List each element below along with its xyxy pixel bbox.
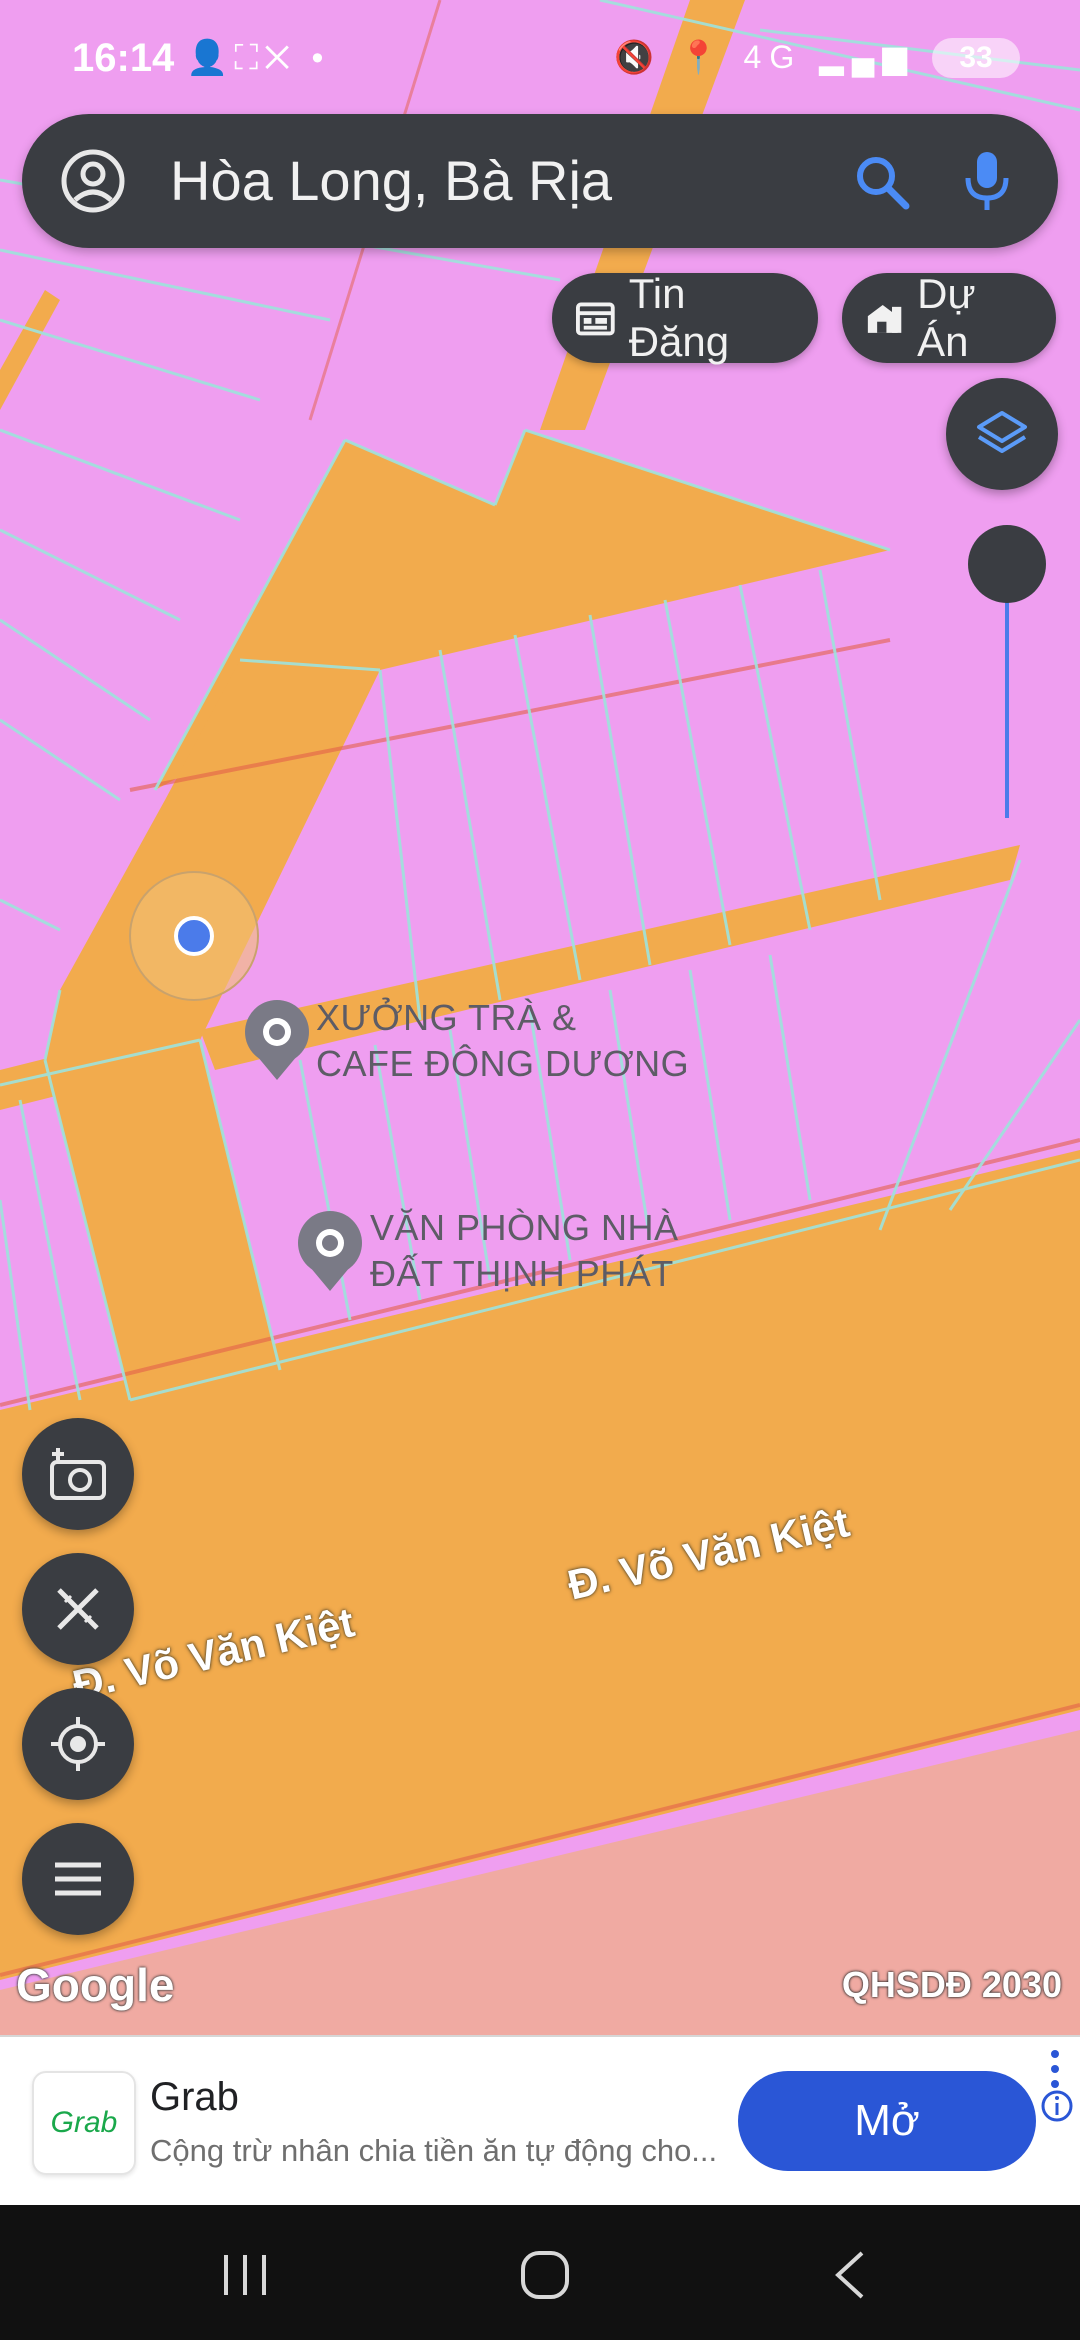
back-button[interactable] [810,2245,890,2305]
recent-apps-icon [224,2255,266,2295]
menu-button[interactable] [22,1823,134,1935]
account-circle-icon[interactable] [60,148,126,214]
measure-icon [57,1588,99,1630]
status-time: 16:14 [72,36,175,80]
poi-office-line1: VĂN PHÒNG NHÀ [370,1207,679,1248]
battery-icon: 33 [932,38,1020,78]
add-photo-button[interactable] [22,1418,134,1530]
news-chip-label: Tin Đăng [628,270,730,365]
recent-apps-button[interactable] [205,2245,285,2305]
ad-info-icon[interactable] [1040,2089,1074,2123]
more-options-icon[interactable] [1050,2049,1060,2089]
layers-icon [977,411,1027,453]
my-location-icon [51,1717,105,1771]
poi-office-line2: ĐẤT THỊNH PHÁT [370,1253,674,1294]
ad-title[interactable]: Grab [150,2075,239,2120]
system-icons: 🔇 📍 4G ▂▄▆ [614,39,915,75]
poi-cafe-line2: CAFE ĐÔNG DƯƠNG [316,1043,690,1084]
layers-button[interactable] [946,378,1058,490]
system-navigation-bar [0,2205,1080,2340]
notification-icons: 👤⛶✕ • [186,39,330,77]
measure-button[interactable] [22,1553,134,1665]
search-icon[interactable] [852,152,912,212]
poi-label-office[interactable]: VĂN PHÒNG NHÀ ĐẤT THỊNH PHÁT [370,1205,679,1297]
news-chip[interactable]: Tin Đăng [552,270,818,365]
ad-description[interactable]: Cộng trừ nhân chia tiền ăn tự động cho..… [150,2133,717,2169]
add-photo-icon [50,1448,106,1500]
search-input[interactable]: Hòa Long, Bà Rịa [170,148,612,214]
search-bar[interactable]: Hòa Long, Bà Rịa [22,114,1058,248]
home-icon [521,2251,569,2299]
projects-chip-label: Dự Án [917,270,976,365]
calendar-icon [576,302,615,336]
status-bar: 16:14 👤⛶✕ • 🔇 📍 4G ▂▄▆ 33 [0,0,1080,118]
building-icon [867,304,902,333]
back-icon [835,2251,864,2299]
opacity-slider-track[interactable] [1005,590,1009,818]
plan-label: QHSDĐ 2030 [841,1964,1062,2005]
google-logo: Google [16,1959,175,2011]
ad-logo[interactable]: Grab [32,2071,136,2175]
menu-icon [55,1862,101,1896]
home-button[interactable] [505,2245,585,2305]
opacity-slider-thumb[interactable] [968,525,1046,603]
ad-open-button[interactable]: Mở [738,2071,1036,2171]
poi-cafe-line1: XƯỞNG TRÀ & [316,997,577,1038]
ad-banner[interactable]: Grab Grab Cộng trừ nhân chia tiền ăn tự … [0,2035,1080,2207]
poi-label-cafe[interactable]: XƯỞNG TRÀ & CAFE ĐÔNG DƯƠNG [316,995,689,1087]
my-location-button[interactable] [22,1688,134,1800]
mic-icon[interactable] [962,148,1012,214]
projects-chip[interactable]: Dự Án [842,270,1056,365]
